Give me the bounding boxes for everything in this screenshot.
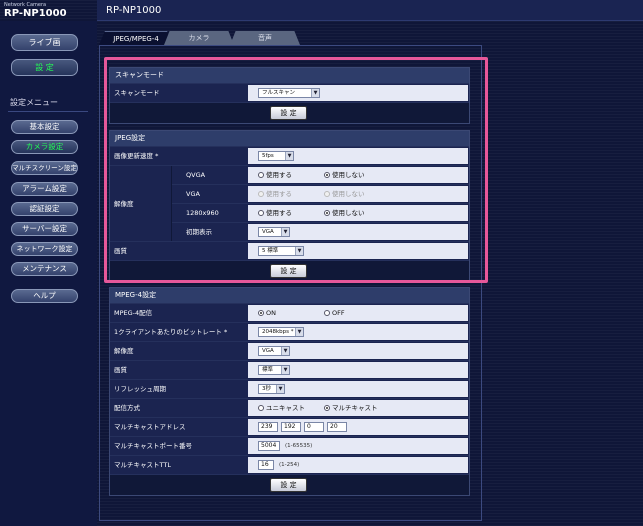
multicast-ttl-row: マルチキャストTTL 16 (1-254)	[110, 455, 469, 474]
select-value: 3秒	[262, 386, 271, 392]
menu-divider	[8, 111, 88, 112]
radio-label: OFF	[332, 309, 345, 317]
multicast-ttl-label: マルチキャストTTL	[114, 461, 171, 469]
ip-octet-1-input[interactable]: 239	[258, 422, 278, 432]
chevron-down-icon: ▼	[295, 328, 303, 336]
multicast-address-row: マルチキャストアドレス 239 192 0 20	[110, 417, 469, 436]
mpeg4-section: MPEG-4設定 MPEG-4配信 ON OFF 1クライアントあたりのビットレ…	[109, 287, 470, 496]
radio-label: ユニキャスト	[266, 404, 305, 412]
radio-label: ON	[266, 309, 276, 317]
multicast-port-input[interactable]: 5004	[258, 441, 280, 451]
mpeg4-quality-row: 画質 標準 ▼	[110, 360, 469, 379]
port-range-hint: (1-65535)	[285, 443, 313, 449]
value-cell: ユニキャスト マルチキャスト	[248, 400, 468, 416]
multicast-ttl-input[interactable]: 16	[258, 460, 274, 470]
value-cell: 標準 ▼	[248, 362, 468, 378]
mpeg4-res-row: 解像度 VGA ▼	[110, 341, 469, 360]
help-button[interactable]: ヘルプ	[11, 289, 78, 303]
delivery-method-row: 配信方式 ユニキャスト マルチキャスト	[110, 398, 469, 417]
section-heading: MPEG-4設定	[110, 288, 469, 303]
brand-model: RP-NP1000	[4, 8, 67, 19]
sidebar-item-alarm[interactable]: アラーム設定	[11, 182, 78, 196]
refresh-interval-label: リフレッシュ周期	[114, 385, 166, 393]
mpeg4-off-radio[interactable]: OFF	[324, 309, 345, 317]
multicast-port-row: マルチキャストポート番号 5004 (1-65535)	[110, 436, 469, 455]
sidebar-item-camera[interactable]: カメラ設定	[11, 140, 78, 154]
mpeg4-quality-label: 画質	[114, 366, 127, 374]
sidebar-item-auth[interactable]: 認証設定	[11, 202, 78, 216]
sidebar-item-multiscreen[interactable]: マルチスクリーン設定	[11, 161, 78, 175]
sidebar-item-basic[interactable]: 基本設定	[11, 120, 78, 134]
radio-selected-icon	[258, 310, 264, 316]
tab-audio[interactable]: 音声	[230, 31, 300, 45]
bitrate-select[interactable]: 2048kbps * ▼	[258, 327, 304, 337]
brand-logo: Network Camera RP-NP1000	[4, 2, 92, 20]
radio-label: マルチキャスト	[332, 404, 378, 412]
tab-camera[interactable]: カメラ	[164, 31, 234, 45]
mpeg4-on-radio[interactable]: ON	[258, 309, 276, 317]
sidebar-item-network[interactable]: ネットワーク設定	[11, 242, 78, 256]
select-value: VGA	[262, 348, 274, 354]
radio-icon	[324, 310, 330, 316]
bitrate-row: 1クライアントあたりのビットレート * 2048kbps * ▼	[110, 322, 469, 341]
ip-octet-3-input[interactable]: 0	[304, 422, 324, 432]
value-cell: 239 192 0 20	[248, 419, 468, 435]
mpeg4-res-select[interactable]: VGA ▼	[258, 346, 290, 356]
mpeg4-dist-label: MPEG-4配信	[114, 309, 153, 317]
select-value: 標準	[262, 367, 274, 373]
unicast-radio[interactable]: ユニキャスト	[258, 404, 305, 412]
value-cell: ON OFF	[248, 305, 468, 321]
mpeg4-res-label: 解像度	[114, 347, 134, 355]
delivery-method-label: 配信方式	[114, 404, 140, 412]
radio-selected-icon	[324, 405, 330, 411]
sidebar: ライブ画 設 定 設定メニュー 基本設定 カメラ設定 マルチスクリーン設定 アラ…	[0, 21, 97, 526]
setup-menu-heading: 設定メニュー	[10, 98, 58, 107]
ip-octet-4-input[interactable]: 20	[327, 422, 347, 432]
multicast-address-label: マルチキャストアドレス	[114, 423, 186, 431]
value-cell: 5004 (1-65535)	[248, 438, 468, 454]
value-cell: 16 (1-254)	[248, 457, 468, 473]
button-row: 設 定	[110, 474, 469, 495]
multicast-radio[interactable]: マルチキャスト	[324, 404, 378, 412]
refresh-interval-row: リフレッシュ周期 3秒 ▼	[110, 379, 469, 398]
sidebar-item-server[interactable]: サーバー設定	[11, 222, 78, 236]
bitrate-label: 1クライアントあたりのビットレート *	[114, 328, 228, 336]
setup-button[interactable]: 設 定	[11, 59, 78, 76]
ip-octet-2-input[interactable]: 192	[281, 422, 301, 432]
mpeg4-quality-select[interactable]: 標準 ▼	[258, 365, 290, 375]
page-title: RP-NP1000	[106, 5, 162, 16]
refresh-interval-select[interactable]: 3秒 ▼	[258, 384, 285, 394]
mpeg4-set-button[interactable]: 設 定	[270, 478, 307, 492]
live-view-button[interactable]: ライブ画	[11, 34, 78, 51]
tab-jpeg-mpeg4[interactable]: JPEG/MPEG-4	[99, 31, 173, 45]
value-cell: 3秒 ▼	[248, 381, 468, 397]
sidebar-item-maintenance[interactable]: メンテナンス	[11, 262, 78, 276]
chevron-down-icon: ▼	[276, 385, 284, 393]
radio-icon	[258, 405, 264, 411]
value-cell: 2048kbps * ▼	[248, 324, 468, 340]
ttl-range-hint: (1-254)	[279, 462, 300, 468]
mpeg4-dist-row: MPEG-4配信 ON OFF	[110, 303, 469, 322]
select-value: 2048kbps *	[262, 329, 294, 335]
top-bar: RP-NP1000	[97, 0, 643, 21]
multicast-port-label: マルチキャストポート番号	[114, 442, 192, 450]
value-cell: VGA ▼	[248, 343, 468, 359]
highlight-frame	[104, 57, 488, 283]
chevron-down-icon: ▼	[281, 366, 289, 374]
chevron-down-icon: ▼	[281, 347, 289, 355]
